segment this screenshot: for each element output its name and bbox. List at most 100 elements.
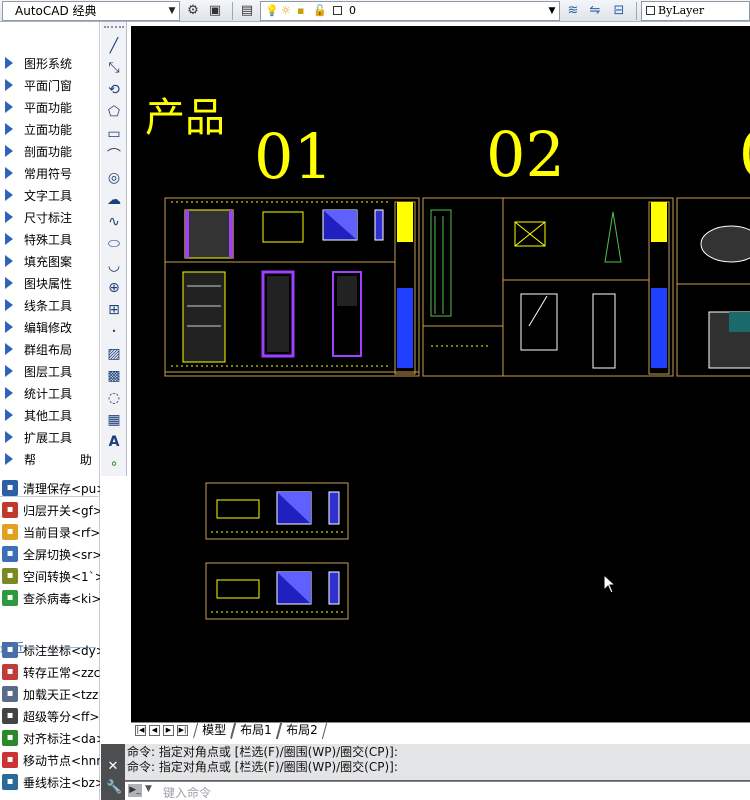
command-item[interactable]: ▪ 空间转换<1`> <box>0 565 100 587</box>
first-tab-icon[interactable]: |◀ <box>135 725 146 736</box>
last-tab-icon[interactable]: ▶| <box>177 725 188 736</box>
make-block-icon[interactable]: ⊞ <box>104 300 124 320</box>
hatch-icon[interactable]: ▨ <box>104 344 124 364</box>
layer-manager-icon[interactable]: ▤ <box>238 2 256 20</box>
prev-tab-icon[interactable]: ◀ <box>149 725 160 736</box>
menu-item[interactable]: 图层工具 <box>0 360 100 382</box>
wrench-icon[interactable]: 🔧 <box>106 781 122 795</box>
arc-icon[interactable]: ⌒ <box>104 146 124 166</box>
mouse-cursor-icon <box>603 574 617 594</box>
table-icon[interactable]: ▦ <box>104 410 124 430</box>
gradient-icon[interactable]: ▩ <box>104 366 124 386</box>
recent-command-item[interactable]: ▪ 超级等分<ff> <box>0 705 100 727</box>
menu-item-label: 编辑修改 <box>24 321 73 335</box>
top-toolbar: AutoCAD 经典 ▼ ⚙ ▣ ▤ 💡 ☼ ▪ 🔓 0 ▼ ≋ ⇋ ⊟ ByL… <box>0 0 750 22</box>
expand-triangle-icon <box>5 321 13 333</box>
command-line: ✕ 🔧 命令: 指定对角点或 [栏选(F)/圈围(WP)/圈交(CP)]: 命令… <box>101 744 750 800</box>
command-prompt-icon[interactable]: ▶_ <box>128 784 142 797</box>
tab-layout2[interactable]: 布局2 <box>276 723 327 739</box>
line-icon[interactable]: ╱ <box>104 36 124 56</box>
align-dim-icon: ▪ <box>2 730 18 746</box>
layer-state-icon[interactable]: ⊟ <box>610 2 628 20</box>
circle-icon[interactable]: ◎ <box>104 168 124 188</box>
add-selected-icon[interactable]: ∘ <box>104 454 124 474</box>
menu-item[interactable]: 尺寸标注 <box>0 206 100 228</box>
menu-item[interactable]: 剖面功能 <box>0 140 100 162</box>
next-tab-icon[interactable]: ▶ <box>163 725 174 736</box>
menu-item[interactable]: 线条工具 <box>0 294 100 316</box>
recent-command-item[interactable]: ▪ 移动节点<hnn <box>0 749 100 771</box>
layer-match-icon[interactable]: ⇋ <box>586 2 604 20</box>
polyline-icon[interactable]: ⟲ <box>104 80 124 100</box>
insert-block-icon[interactable]: ⊕ <box>104 278 124 298</box>
mtext-icon[interactable]: A <box>104 432 124 452</box>
recent-command-label: 标注坐标<dy> <box>23 644 100 658</box>
expand-triangle-icon <box>5 299 13 311</box>
color-select[interactable]: ByLayer <box>641 1 750 21</box>
recent-command-item[interactable]: ▪ 转存正常<zzc <box>0 661 100 683</box>
detail-sheet-top[interactable] <box>205 482 349 540</box>
tab-model[interactable]: 模型 <box>192 723 236 739</box>
menu-item-label: 扩展工具 <box>24 431 73 445</box>
revision-cloud-icon[interactable]: ☁ <box>104 190 124 210</box>
command-history: 命令: 指定对角点或 [栏选(F)/圈围(WP)/圈交(CP)]: 命令: 指定… <box>125 744 750 780</box>
menu-item[interactable]: 群组布局 <box>0 338 100 360</box>
command-item[interactable]: ▪ 查杀病毒<ki> <box>0 587 100 609</box>
menu-item[interactable]: 特殊工具 <box>0 228 100 250</box>
ellipse-icon[interactable]: ⬭ <box>104 234 124 254</box>
chevron-down-icon[interactable]: ▼ <box>145 784 152 794</box>
menu-item[interactable]: 其他工具 <box>0 404 100 426</box>
rectangle-icon[interactable]: ▭ <box>104 124 124 144</box>
toolbar-divider <box>232 2 233 20</box>
drawing-sheet-03[interactable] <box>676 197 750 377</box>
menu-item[interactable]: 平面门窗 <box>0 74 100 96</box>
layer-select[interactable]: 💡 ☼ ▪ 🔓 0 ▼ <box>260 1 560 21</box>
menu-item[interactable]: 统计工具 <box>0 382 100 404</box>
move-node-icon: ▪ <box>2 752 18 768</box>
layer-previous-icon[interactable]: ≋ <box>564 2 582 20</box>
command-item[interactable]: ▪ 当前目录<rf> <box>0 521 100 543</box>
menu-item[interactable]: 填充图案 <box>0 250 100 272</box>
region-icon[interactable]: ◌ <box>104 388 124 408</box>
toolbar-grip[interactable] <box>104 26 124 32</box>
spline-icon[interactable]: ∿ <box>104 212 124 232</box>
menu-item[interactable]: 文字工具 <box>0 184 100 206</box>
drawing-svg: 产品 01 02 0 <box>145 95 750 620</box>
menu-item[interactable]: 立面功能 <box>0 118 100 140</box>
perp-dim-icon: ▪ <box>2 774 18 790</box>
menu-item[interactable]: 图块属性 <box>0 272 100 294</box>
drawing-sheet-01[interactable] <box>164 197 420 377</box>
menu-item-label: 剖面功能 <box>24 145 73 159</box>
menu-item[interactable]: 帮 助 <box>0 448 100 470</box>
menu-item[interactable]: 图形系统 <box>0 52 100 74</box>
recent-command-label: 转存正常<zzc <box>23 666 100 680</box>
drawing-sheet-02[interactable] <box>422 197 674 377</box>
expand-triangle-icon <box>5 255 13 267</box>
color-label: ByLayer <box>658 4 705 17</box>
polygon-icon[interactable]: ⬠ <box>104 102 124 122</box>
menu-item[interactable]: 常用符号 <box>0 162 100 184</box>
drawing-canvas[interactable]: 产品 01 02 0 <box>131 26 750 722</box>
tab-layout1[interactable]: 布局1 <box>230 723 281 739</box>
close-icon[interactable]: ✕ <box>106 760 120 774</box>
point-icon[interactable]: • <box>104 322 124 342</box>
menu-item[interactable]: 扩展工具 <box>0 426 100 448</box>
command-item[interactable]: ▪ 归层开关<gf> <box>0 499 100 521</box>
command-item[interactable]: ▪ 全屏切换<sr> <box>0 543 100 565</box>
menu-item[interactable]: 编辑修改 <box>0 316 100 338</box>
command-input[interactable]: ▶_ ▼ 键入命令 <box>125 781 750 800</box>
detail-sheet-bottom[interactable] <box>205 562 349 620</box>
construction-line-icon[interactable]: ⤡ <box>104 58 124 78</box>
layer-color-swatch <box>333 6 342 15</box>
workspace-select[interactable]: AutoCAD 经典 ▼ <box>2 1 180 21</box>
command-item[interactable]: ▪ 清理保存<pu> <box>0 477 100 499</box>
recent-command-item[interactable]: ▪ 垂线标注<bz> <box>0 771 100 793</box>
menu-item[interactable]: 平面功能 <box>0 96 100 118</box>
workspace-settings-icon[interactable]: ▣ <box>206 2 224 20</box>
gear-icon[interactable]: ⚙ <box>184 2 202 20</box>
recent-command-item[interactable]: ▪ 标注坐标<dy> <box>0 639 100 661</box>
ellipse-arc-icon[interactable]: ◡ <box>104 256 124 276</box>
menu-item-label: 线条工具 <box>24 299 73 313</box>
recent-command-item[interactable]: ▪ 对齐标注<da> <box>0 727 100 749</box>
recent-command-item[interactable]: ▪ 加载天正<tzz <box>0 683 100 705</box>
